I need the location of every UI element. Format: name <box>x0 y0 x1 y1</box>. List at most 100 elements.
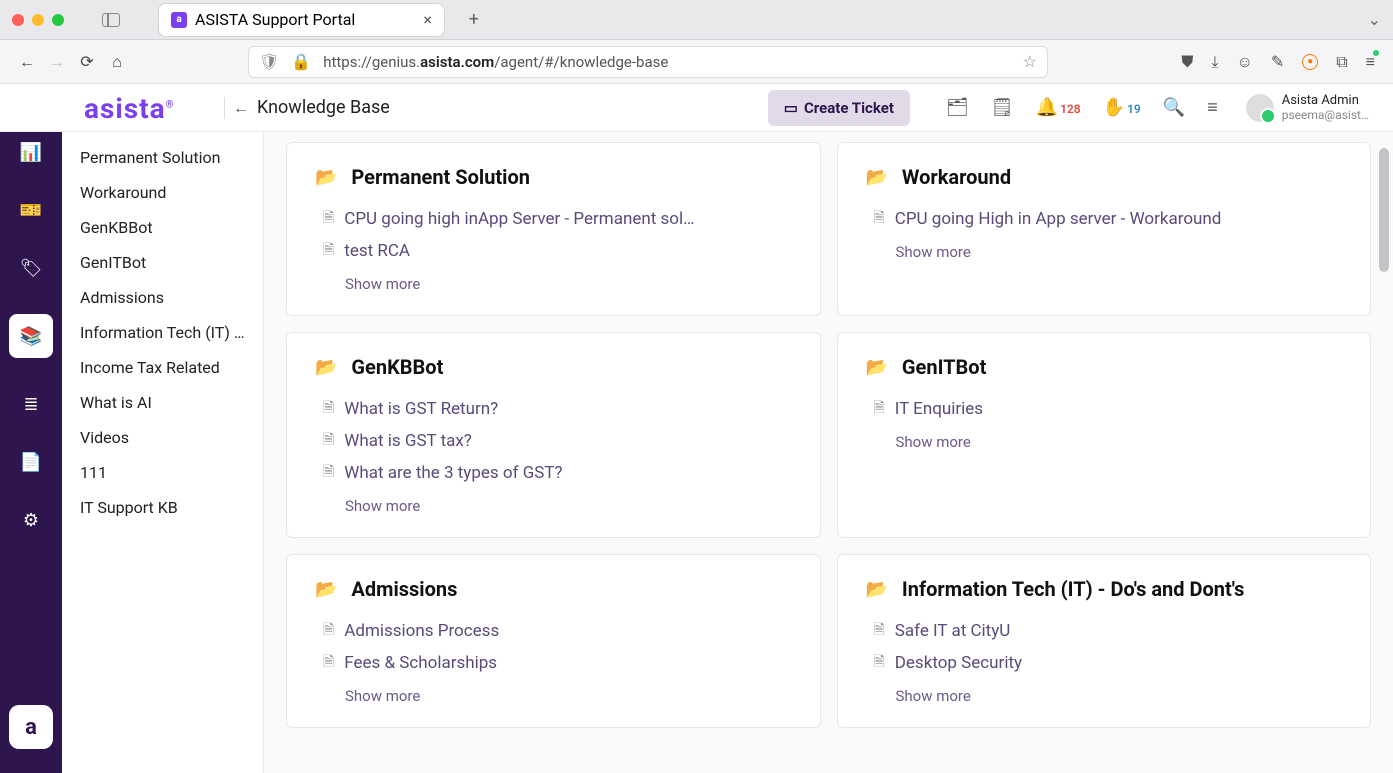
article-link[interactable]: test RCA <box>344 241 410 261</box>
sidebar-item[interactable]: Permanent Solution <box>80 140 245 175</box>
sidebar-item[interactable]: Admissions <box>80 280 245 315</box>
sidebar-item[interactable]: Income Tax Related <box>80 350 245 385</box>
main-content: 📂Permanent Solution🗎CPU going high inApp… <box>264 84 1393 773</box>
folder-icon: 📂 <box>315 357 337 378</box>
separator <box>224 97 225 119</box>
article-row: 🗎 What are the 3 types of GST? <box>315 457 792 489</box>
close-tab-icon[interactable]: × <box>423 10 432 29</box>
eyedropper-icon[interactable]: ✎ <box>1271 52 1284 71</box>
account-icon[interactable]: ☺ <box>1236 52 1252 72</box>
card-title[interactable]: Permanent Solution <box>351 165 530 189</box>
back-button[interactable]: ← <box>18 53 36 71</box>
article-row: 🗎What is GST tax? <box>315 425 792 457</box>
browser-toolbar: ← → ⟳ ⌂ 🛡 🔒 https://genius.asista.com/ag… <box>0 40 1393 84</box>
browser-tab[interactable]: a ASISTA Support Portal × <box>158 3 445 37</box>
dashboard-icon[interactable]: 📊 <box>19 140 43 164</box>
article-link[interactable]: CPU going High in App server - Workaroun… <box>895 209 1222 229</box>
article-link[interactable]: What is GST tax? <box>344 431 472 451</box>
tag-icon[interactable]: 🏷 <box>19 256 43 280</box>
forward-button[interactable]: → <box>48 53 66 71</box>
app-logo[interactable]: asista® <box>84 92 174 125</box>
extension-icon[interactable]: ● <box>1302 54 1318 70</box>
browser-actions: ⛊ ⤓ ☺ ✎ ● ⧉ ≡ <box>1181 52 1375 72</box>
sidebar-item[interactable]: Videos <box>80 420 245 455</box>
document-icon: 🗎 <box>323 397 334 421</box>
card-title[interactable]: Information Tech (IT) - Do's and Dont's <box>902 577 1244 601</box>
folder-icon: 📂 <box>866 167 888 188</box>
document-icon: 🗎 <box>323 619 334 643</box>
kb-card: 📂GenITBot🗎IT EnquiriesShow more <box>837 332 1372 538</box>
tab-title: ASISTA Support Portal <box>195 10 355 29</box>
show-more-link[interactable]: Show more <box>315 267 792 293</box>
article-link[interactable]: Fees & Scholarships <box>344 653 497 673</box>
article-link[interactable]: What are the 3 types of GST? <box>344 463 562 483</box>
article-link[interactable]: Desktop Security <box>895 653 1022 673</box>
article-link[interactable]: Safe IT at CityU <box>895 621 1011 641</box>
extensions-icon[interactable]: ⧉ <box>1336 52 1347 72</box>
new-tab-button[interactable]: + <box>461 7 487 33</box>
create-ticket-label: Create Ticket <box>804 99 894 117</box>
card-title[interactable]: GenKBBot <box>351 355 443 379</box>
article-link[interactable]: CPU going high inApp Server - Permanent … <box>344 209 694 229</box>
article-link[interactable]: What is GST Return? <box>344 399 498 419</box>
back-arrow-icon[interactable]: ← <box>233 98 249 118</box>
hand-icon[interactable]: ✋19 <box>1103 97 1141 118</box>
knowledge-base-icon[interactable]: 📚 <box>9 314 53 358</box>
bookmark-star-icon[interactable]: ☆ <box>1023 52 1037 71</box>
search-icon[interactable]: 🔍 <box>1163 97 1185 118</box>
page-title-area: ← Knowledge Base <box>224 97 390 119</box>
browser-tab-bar: a ASISTA Support Portal × + ⌄ <box>0 0 1393 40</box>
sidebar-item[interactable]: 111 <box>80 455 245 490</box>
bell-icon[interactable]: 🔔128 <box>1036 97 1081 118</box>
list-icon[interactable]: ≣ <box>19 392 43 416</box>
folder-icon: 📂 <box>866 579 888 600</box>
document-icon: 🗎 <box>323 461 334 485</box>
show-more-link[interactable]: Show more <box>315 679 792 705</box>
card-title[interactable]: Workaround <box>902 165 1011 189</box>
article-link[interactable]: IT Enquiries <box>895 399 983 419</box>
avatar <box>1246 94 1274 122</box>
app-menu-icon[interactable]: ≡ <box>1366 52 1375 72</box>
hand-count: 19 <box>1127 102 1141 116</box>
document-icon: 🗎 <box>874 619 885 643</box>
show-more-link[interactable]: Show more <box>315 489 792 515</box>
settings-icon[interactable]: ⚙ <box>19 508 43 532</box>
favicon-icon: a <box>171 12 187 28</box>
sidebar-item[interactable]: GenKBBot <box>80 210 245 245</box>
user-menu[interactable]: Asista Admin pseema@asist… <box>1246 93 1369 122</box>
kb-card: 📂Workaround🗎CPU going High in App server… <box>837 142 1372 316</box>
sidebar-item[interactable]: Workaround <box>80 175 245 210</box>
tabs-dropdown-icon[interactable]: ⌄ <box>1368 10 1381 29</box>
url-host: asista.com <box>420 53 494 71</box>
show-more-link[interactable]: Show more <box>866 679 1343 705</box>
reports-icon[interactable]: 📄 <box>19 450 43 474</box>
pocket-icon[interactable]: ⛊ <box>1181 52 1193 72</box>
card-title[interactable]: GenITBot <box>902 355 986 379</box>
article-row: 🗎CPU going high inApp Server - Permanent… <box>315 203 792 235</box>
sidebar-item[interactable]: GenITBot <box>80 245 245 280</box>
article-link[interactable]: Admissions Process <box>344 621 499 641</box>
window-controls[interactable] <box>12 14 64 26</box>
app-badge-icon[interactable]: a <box>9 705 53 749</box>
scrollbar[interactable] <box>1379 148 1389 272</box>
inbox-icon[interactable]: 🗂 <box>946 97 969 118</box>
user-name: Asista Admin <box>1282 93 1369 108</box>
menu-icon[interactable]: ≡ <box>1207 97 1218 118</box>
reload-button[interactable]: ⟳ <box>78 53 96 71</box>
card-title[interactable]: Admissions <box>351 577 457 601</box>
show-more-link[interactable]: Show more <box>866 235 1343 261</box>
sidebar-item[interactable]: Information Tech (IT) … <box>80 315 245 350</box>
url-path: /agent/#/knowledge-base <box>494 53 668 71</box>
home-button[interactable]: ⌂ <box>108 53 126 71</box>
sidebar-toggle-icon[interactable] <box>102 13 120 27</box>
ticket-icon[interactable]: 🎫 <box>19 198 43 222</box>
address-bar[interactable]: 🛡 🔒 https://genius.asista.com/agent/#/kn… <box>248 46 1048 78</box>
notes-icon[interactable]: 🗒 <box>991 97 1014 118</box>
article-row: 🗎test RCA <box>315 235 792 267</box>
document-icon: 🗎 <box>874 651 885 675</box>
create-ticket-button[interactable]: ▭ Create Ticket <box>768 90 910 126</box>
sidebar-item[interactable]: What is AI <box>80 385 245 420</box>
sidebar-item[interactable]: IT Support KB <box>80 490 245 525</box>
show-more-link[interactable]: Show more <box>866 425 1343 451</box>
downloads-icon[interactable]: ⤓ <box>1211 52 1218 72</box>
